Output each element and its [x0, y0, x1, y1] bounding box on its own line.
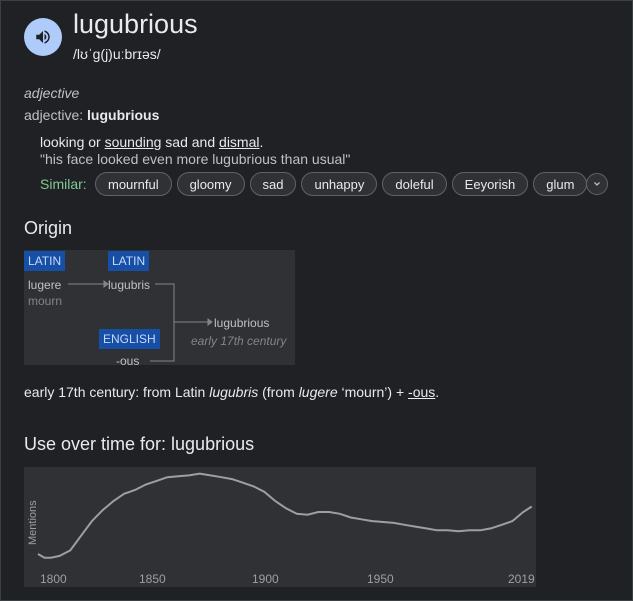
chevron-down-icon	[594, 182, 600, 186]
etymology-term: lugere	[298, 384, 338, 400]
usage-heading: Use over time for: lugubrious	[24, 434, 255, 454]
phonetic: /lʊˈɡ(j)uːbrɪəs/	[73, 46, 161, 62]
part-of-speech-line: adjective: lugubrious	[24, 107, 159, 123]
similar-chip[interactable]: gloomy	[176, 172, 245, 196]
pronounce-button[interactable]	[24, 18, 62, 56]
x-tick-label: 1800	[40, 572, 67, 586]
usage-line-chart	[37, 472, 533, 559]
etymology-text-part: early 17th century: from Latin	[24, 384, 210, 400]
etymology-text-part: (from	[258, 384, 299, 400]
etymology-text: early 17th century: from Latin lugubris …	[24, 384, 439, 400]
similar-chip[interactable]: sad	[249, 172, 297, 196]
similar-chip[interactable]: doleful	[382, 172, 447, 196]
x-tick-label: 1850	[139, 572, 166, 586]
origin-connectors	[68, 280, 213, 362]
definition: looking or sounding sad and dismal.	[40, 134, 263, 150]
definition-text: sad and	[161, 134, 220, 150]
usage-series-line	[37, 472, 533, 559]
part-of-speech: adjective	[24, 85, 80, 101]
usage-chart: Mentions 1800 1850 1900 1950 2019	[24, 467, 536, 587]
x-tick-label: 1900	[252, 572, 279, 586]
dictionary-card: lugubrious /lʊˈɡ(j)uːbrɪəs/ adjective ad…	[0, 0, 633, 601]
origin-diagram: LATIN LATIN lugere mourn lugubris ENGLIS…	[24, 250, 295, 368]
similar-chip[interactable]: Eeyorish	[451, 172, 529, 196]
similar-chip[interactable]: unhappy	[301, 172, 378, 196]
similar-chips: mournful gloomy sad unhappy doleful Eeyo…	[95, 172, 588, 196]
definition-text: looking or	[40, 134, 105, 150]
example-sentence: "his face looked even more lugubrious th…	[40, 151, 351, 167]
definition-link-dismal[interactable]: dismal	[219, 134, 259, 150]
etymology-text-part: ‘mourn’) +	[337, 384, 409, 400]
definition-link-sounding[interactable]: sounding	[105, 134, 162, 150]
expand-similar-button[interactable]	[586, 173, 608, 195]
etymology-term: lugubris	[209, 384, 259, 400]
origin-heading: Origin	[24, 218, 73, 238]
x-tick-label: 1950	[367, 572, 394, 586]
headword: lugubrious	[73, 9, 198, 39]
definition-text: .	[259, 134, 264, 150]
pos-word: lugubrious	[87, 107, 160, 123]
similar-chip[interactable]: glum	[533, 172, 588, 196]
similar-label: Similar:	[40, 176, 87, 192]
similar-chip[interactable]: mournful	[95, 172, 172, 196]
x-tick-label: 2019	[508, 572, 535, 586]
speaker-icon	[36, 30, 50, 44]
pos-label: adjective:	[24, 107, 88, 123]
etymology-link-ous[interactable]: -ous	[408, 384, 435, 400]
etymology-text-part: .	[435, 384, 440, 400]
